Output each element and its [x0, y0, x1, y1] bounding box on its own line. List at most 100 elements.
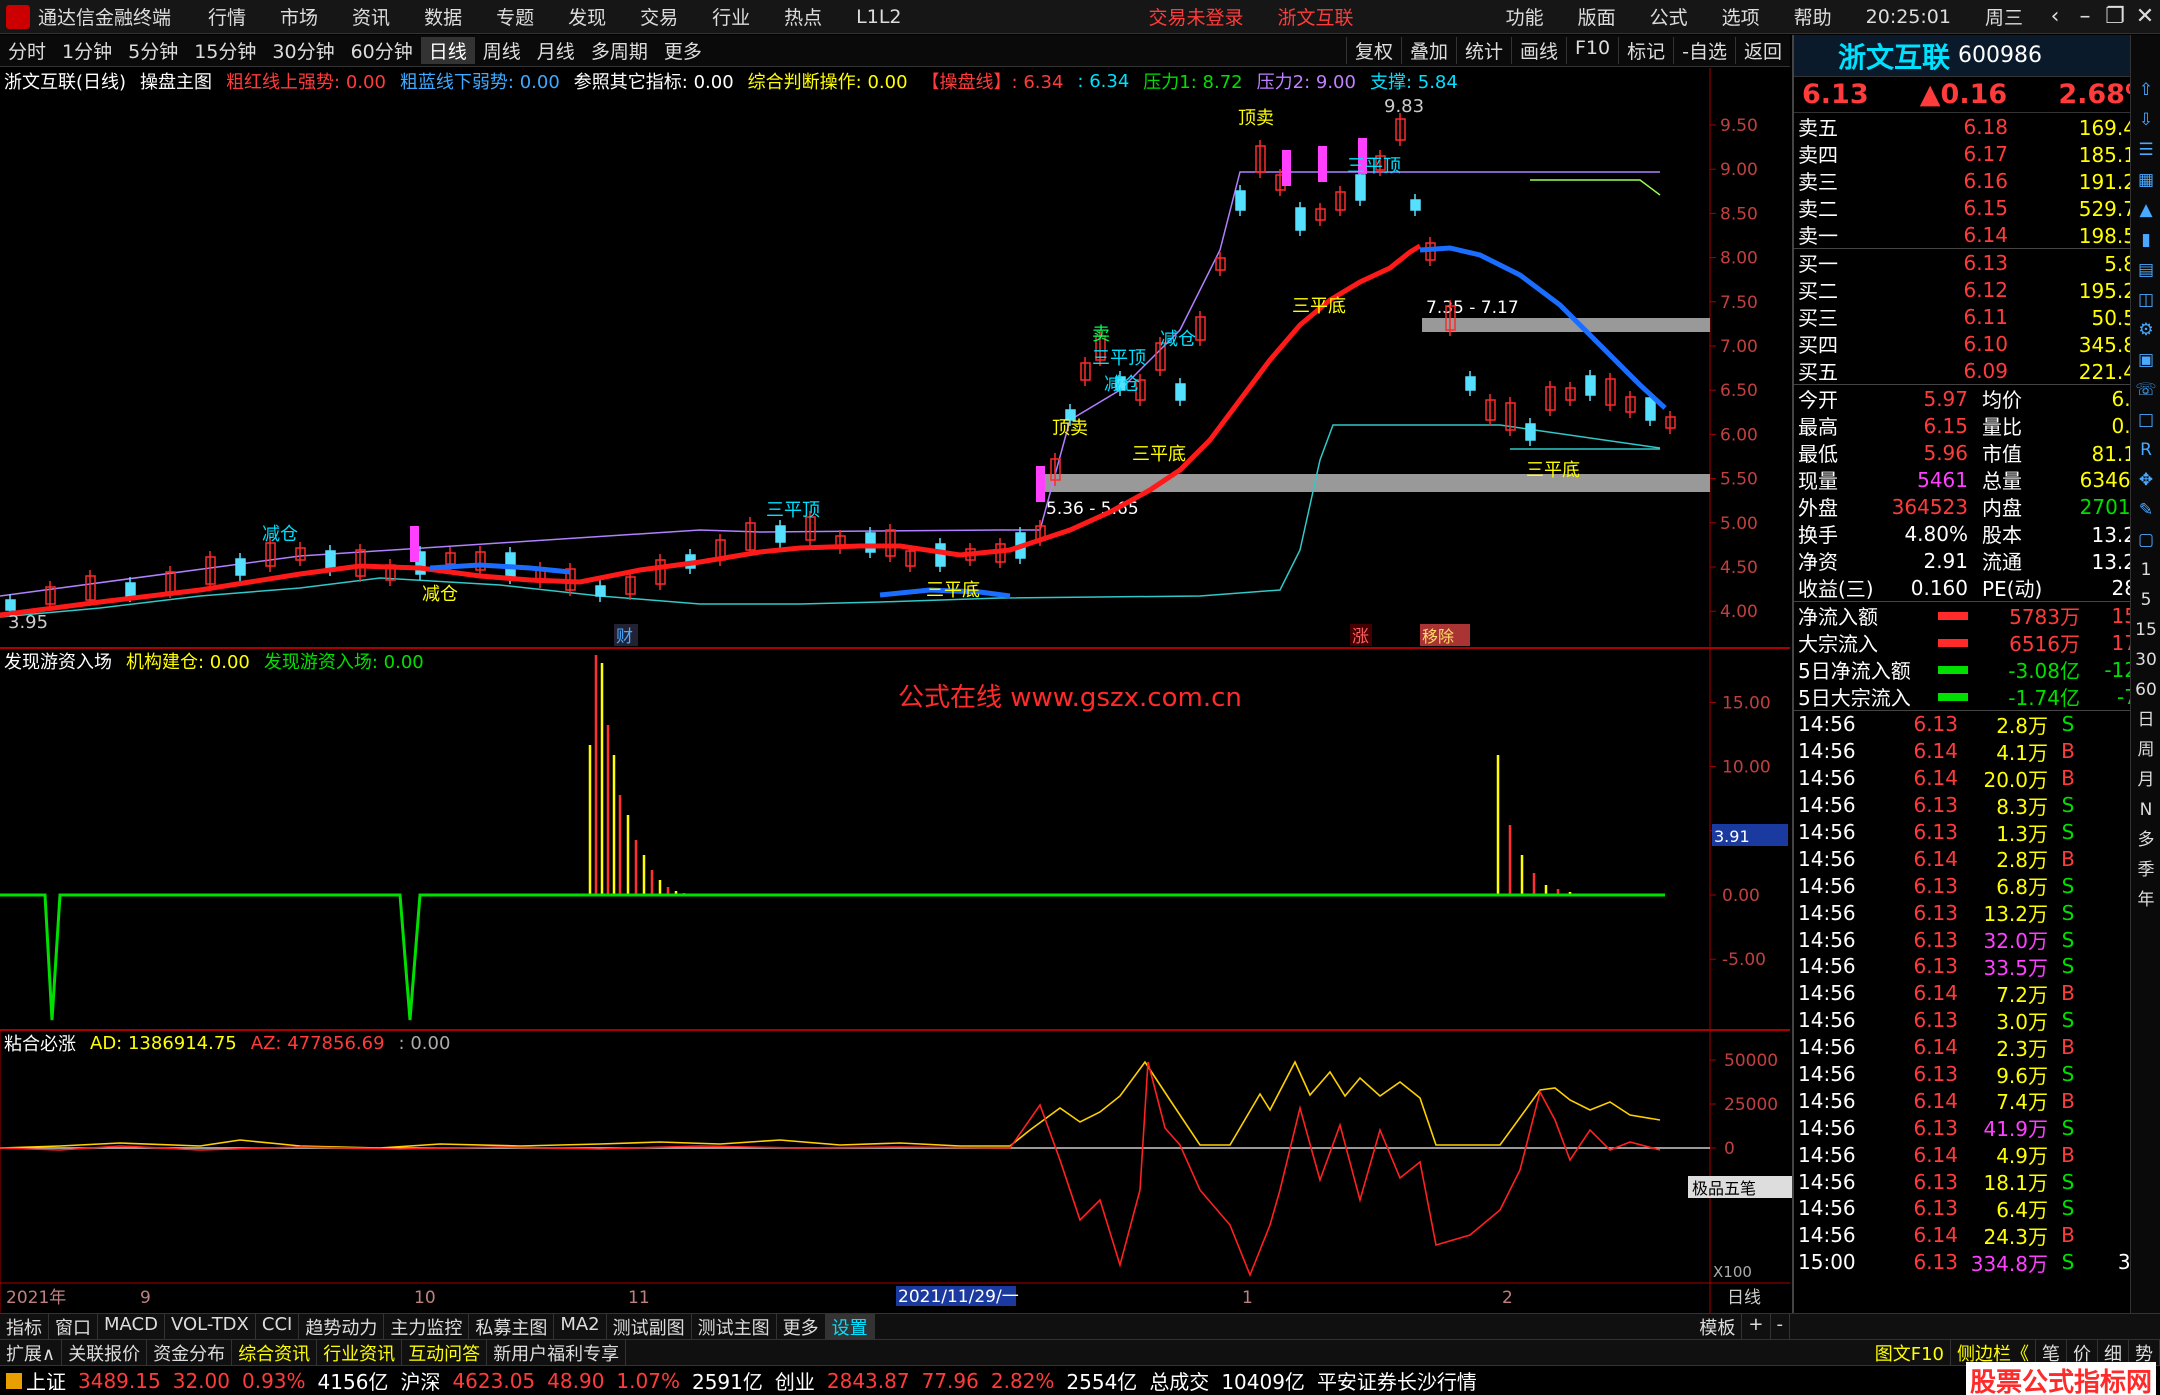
ask-row[interactable]: 卖二 6.15 529.7万 [1794, 194, 2160, 222]
tf-monthly[interactable]: 月线 [529, 37, 583, 64]
phone-icon[interactable]: ☏ [2131, 375, 2160, 405]
bottom-tab[interactable]: 趋势动力 [299, 1313, 385, 1340]
menu-industry[interactable]: 行业 [712, 3, 750, 30]
ind2-name[interactable]: 发现游资入场 [4, 648, 112, 674]
sidebar-tf[interactable]: N [2131, 795, 2160, 825]
sidebar-tf[interactable]: 年 [2131, 885, 2160, 915]
arrow-down-icon[interactable]: ⇩ [2131, 105, 2160, 135]
news-icon[interactable]: ▣ [2131, 345, 2160, 375]
chart-icon[interactable]: ▲ [2131, 195, 2160, 225]
list-icon[interactable]: ☰ [2131, 135, 2160, 165]
menu-options[interactable]: 选项 [1722, 3, 1760, 30]
bottom-tab[interactable]: MA2 [554, 1313, 607, 1340]
bid-row[interactable]: 买二 6.12 195.2万 [1794, 276, 2160, 304]
table-icon[interactable]: ▤ [2131, 255, 2160, 285]
tf-more[interactable]: 更多 [656, 37, 710, 64]
tool-f10[interactable]: F10 [1566, 37, 1618, 64]
sidebar-tf[interactable]: 季 [2131, 855, 2160, 885]
sh-label[interactable]: 上证 [26, 1366, 66, 1395]
tool-watchlist[interactable]: -自选 [1673, 37, 1735, 64]
extension-tab[interactable]: 资金分布 [147, 1339, 233, 1366]
tool-draw[interactable]: 画线 [1510, 37, 1566, 64]
sidebar-tf[interactable]: 多 [2131, 825, 2160, 855]
menu-quotes[interactable]: 行情 [208, 3, 246, 30]
menu-function[interactable]: 功能 [1506, 3, 1544, 30]
sidebar-tf[interactable]: 周 [2131, 735, 2160, 765]
tf-daily[interactable]: 日线 [420, 37, 475, 64]
tf-5min[interactable]: 5分钟 [120, 37, 186, 64]
bottom-tab[interactable]: 测试主图 [692, 1313, 777, 1340]
bottom-tab[interactable]: 测试副图 [607, 1313, 692, 1340]
extension-tab[interactable]: 扩展∧ [0, 1339, 63, 1366]
menu-formula[interactable]: 公式 [1650, 3, 1688, 30]
bid-row[interactable]: 买一6.135.8万 [1794, 249, 2160, 277]
candle-icon[interactable]: ▮ [2131, 225, 2160, 255]
sidebar-period[interactable]: 15 [2131, 615, 2160, 645]
menu-l1l2[interactable]: L1L2 [856, 6, 901, 28]
sidebar-period[interactable]: 30 [2131, 645, 2160, 675]
ask-row[interactable]: 卖四 6.17 185.1万 [1794, 140, 2160, 168]
sz-label[interactable]: 沪深 [400, 1366, 440, 1395]
bottom-tab[interactable]: 更多 [777, 1313, 826, 1340]
tf-multi[interactable]: 多周期 [583, 37, 656, 64]
bottom-right-btn[interactable]: + [1742, 1313, 1771, 1340]
grid-icon[interactable]: ▦ [2131, 165, 2160, 195]
tool-overlay[interactable]: 叠加 [1400, 37, 1456, 64]
menu-market[interactable]: 市场 [280, 3, 318, 30]
menu-topics[interactable]: 专题 [496, 3, 534, 30]
tf-weekly[interactable]: 周线 [475, 37, 529, 64]
bottom-tab[interactable]: 设置 [825, 1313, 875, 1340]
sidebar-period[interactable]: 5 [2131, 585, 2160, 615]
bottom-tab[interactable]: CCI [256, 1313, 300, 1340]
settings-icon[interactable]: ⚙ [2131, 315, 2160, 345]
extension-tab[interactable]: 互动问答 [402, 1339, 488, 1366]
tf-intraday[interactable]: 分时 [0, 37, 54, 64]
menu-news[interactable]: 资讯 [352, 3, 390, 30]
cy-label[interactable]: 创业 [775, 1366, 815, 1395]
sidebar-tf[interactable]: 月 [2131, 765, 2160, 795]
tool-stats[interactable]: 统计 [1455, 37, 1511, 64]
tool-adjust[interactable]: 复权 [1345, 37, 1401, 64]
extension-right-btn[interactable]: 图文F10 [1869, 1339, 1951, 1366]
extension-tab[interactable]: 行业资讯 [317, 1339, 403, 1366]
ask-row[interactable]: 卖五 6.18 169.4万 [1794, 113, 2160, 141]
login-status[interactable]: 交易未登录 [1149, 3, 1244, 30]
bottom-tab[interactable]: 窗口 [49, 1313, 98, 1340]
bottom-tab[interactable]: 主力监控 [384, 1313, 470, 1340]
ask-row[interactable]: 卖三 6.16 191.2万 [1794, 167, 2160, 195]
menu-hot[interactable]: 热点 [784, 3, 822, 30]
move-icon[interactable]: ✥ [2131, 465, 2160, 495]
bottom-tab[interactable]: 私募主图 [469, 1313, 555, 1340]
rsi-icon[interactable]: R [2131, 435, 2160, 465]
tf-1min[interactable]: 1分钟 [54, 37, 120, 64]
back-icon[interactable]: ‹ [2040, 4, 2070, 29]
arrow-up-icon[interactable]: ⇧ [2131, 75, 2160, 105]
extension-tab[interactable]: 综合资讯 [232, 1339, 318, 1366]
close-icon[interactable]: ✕ [2130, 4, 2160, 29]
fs-icon[interactable]: ▢ [2131, 525, 2160, 555]
square-icon[interactable]: □ [2131, 405, 2160, 435]
bottom-tab[interactable]: MACD [98, 1313, 165, 1340]
tf-15min[interactable]: 15分钟 [186, 37, 264, 64]
restore-icon[interactable]: ❐ [2100, 4, 2130, 29]
bottom-right-btn[interactable]: - [1771, 1313, 1790, 1340]
menu-trade[interactable]: 交易 [640, 3, 678, 30]
menu-discover[interactable]: 发现 [568, 3, 606, 30]
tick-list[interactable]: 14:566.132.8万S614:566.144.1万B514:566.142… [1794, 710, 2160, 1276]
tf-30min[interactable]: 30分钟 [264, 37, 342, 64]
extension-tab[interactable]: 关联报价 [62, 1339, 148, 1366]
menu-layout[interactable]: 版面 [1578, 3, 1616, 30]
bottom-tab[interactable]: 指标 [0, 1313, 49, 1340]
tf-60min[interactable]: 60分钟 [343, 37, 421, 64]
f10-icon[interactable]: ◫ [2131, 285, 2160, 315]
minimize-icon[interactable]: – [2070, 4, 2100, 29]
extension-tab[interactable]: 新用户福利专享 [487, 1339, 627, 1366]
sidebar-tf[interactable]: 日 [2131, 705, 2160, 735]
ind3-name[interactable]: 粘合必涨 [4, 1030, 76, 1056]
ask-row[interactable]: 卖一 6.14 198.5万 [1794, 221, 2160, 249]
bottom-tab[interactable]: VOL-TDX [165, 1313, 256, 1340]
menu-help[interactable]: 帮助 [1794, 3, 1832, 30]
bottom-right-btn[interactable]: 模板 [1693, 1313, 1743, 1340]
tool-mark[interactable]: 标记 [1618, 37, 1673, 64]
menu-data[interactable]: 数据 [424, 3, 462, 30]
